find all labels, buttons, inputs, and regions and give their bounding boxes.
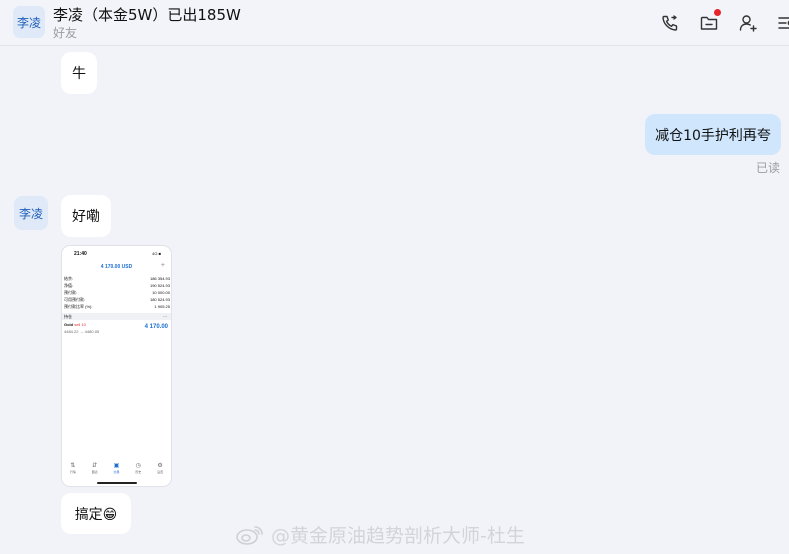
phone-bottom-nav: ⇅ 行情 ⇵ 图表 ▣ 交易 ◷ 历史 ⚙ 设置 — [62, 463, 171, 474]
nav-history-icon: ◷ 历史 — [135, 463, 142, 474]
contact-relation: 好友 — [53, 26, 78, 40]
message-bubble[interactable]: 牛 — [61, 52, 97, 94]
image-message[interactable]: 21:40 4G ■ 4 170.00 USD + 结余: 186 354.93 … — [61, 245, 172, 487]
nav-trade-icon: ▣ 交易 — [113, 463, 120, 474]
sender-avatar[interactable]: 李凌 — [14, 196, 48, 230]
chat-header: 李凌 李凌（本金5W）已出185W 好友 — [0, 0, 789, 46]
account-row: 预付款比率 (%): 1 905.25 — [64, 304, 170, 309]
message-bubble[interactable]: 好嘞 — [61, 195, 111, 237]
phone-time: 21:40 — [74, 251, 87, 257]
account-row: 预付款: 10 000.00 — [64, 290, 170, 295]
contact-name: 李凌（本金5W）已出185W — [53, 6, 241, 24]
phone-status: 4G ■ — [152, 251, 161, 256]
message-bubble[interactable]: 搞定😁 — [61, 493, 131, 534]
phone-call-icon[interactable] — [659, 12, 681, 34]
add-friend-icon[interactable] — [737, 12, 759, 34]
nav-chart-icon: ⇵ 图表 — [91, 463, 98, 474]
message-bubble-mine[interactable]: 减仓10手护利再夸 — [645, 114, 781, 155]
notification-dot — [714, 9, 721, 16]
account-row: 净值: 190 524.93 — [64, 283, 170, 288]
trade-profit: 4 170.00 — [144, 324, 168, 330]
trade-symbol: Gold sell 10 — [64, 322, 86, 327]
contact-avatar[interactable]: 李凌 — [13, 6, 45, 38]
nav-quotes-icon: ⇅ 行情 — [69, 463, 76, 474]
home-indicator — [97, 482, 137, 484]
account-row: 结余: 186 354.93 — [64, 276, 170, 281]
account-balance: 4 170.00 USD — [100, 264, 133, 270]
nav-settings-icon: ⚙ 设置 — [157, 463, 164, 474]
weibo-logo-icon — [236, 525, 263, 545]
read-status: 已读 — [756, 161, 781, 175]
positions-section: 持仓 ··· — [62, 313, 171, 320]
trade-prices: 4484.22 → 4480.05 — [64, 329, 100, 334]
watermark: @黄金原油趋势剖析大师-杜生 — [235, 521, 525, 548]
folder-icon[interactable] — [698, 9, 721, 34]
account-row: 可用预付款: 180 524.93 — [64, 297, 170, 302]
more-menu-icon[interactable] — [775, 12, 789, 34]
plus-icon: + — [160, 262, 165, 269]
